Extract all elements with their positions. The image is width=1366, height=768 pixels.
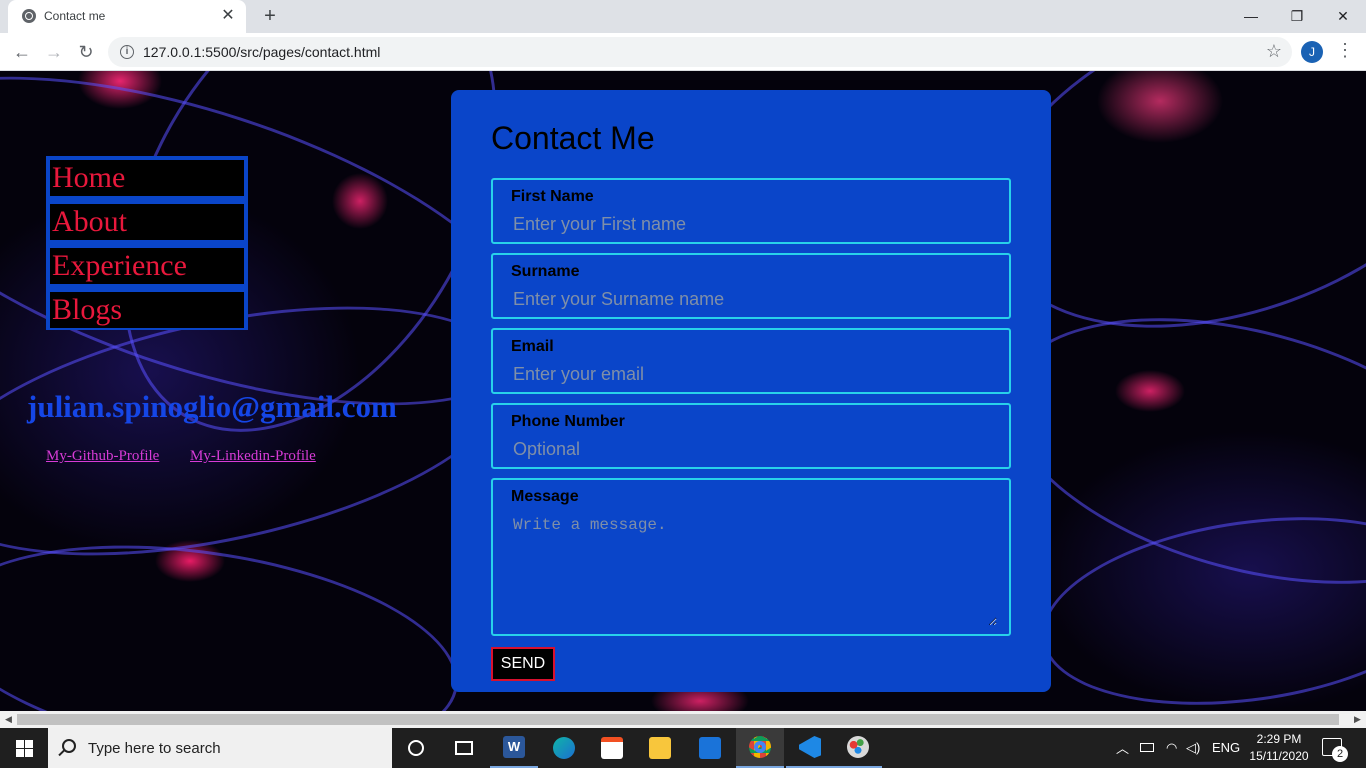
surname-label: Surname [511, 263, 580, 280]
edge-logo-icon [553, 737, 575, 759]
browser-menu-icon[interactable]: ⋮ [1336, 40, 1354, 61]
back-button[interactable]: ← [10, 40, 34, 64]
surname-input[interactable] [513, 289, 993, 310]
volume-icon[interactable]: ◁) [1186, 740, 1200, 756]
contact-email: julian.spinoglio@gmail.com [27, 389, 397, 424]
cortana-icon[interactable] [392, 728, 440, 768]
search-icon [62, 739, 76, 753]
paint-icon[interactable] [834, 728, 882, 768]
browser-toolbar: ← → ↻ i 127.0.0.1:5500/src/pages/contact… [0, 33, 1366, 71]
info-icon[interactable]: i [120, 45, 134, 59]
form-title: Contact Me [491, 120, 655, 156]
email-label: Email [511, 338, 554, 355]
github-profile-link[interactable]: My-Github-Profile [46, 448, 159, 465]
language-indicator[interactable]: ENG [1212, 740, 1240, 755]
start-button[interactable] [0, 728, 48, 768]
email-input[interactable] [513, 364, 993, 385]
surname-field: Surname [491, 253, 1011, 319]
minimize-button[interactable]: — [1228, 2, 1274, 30]
nav-home[interactable]: Home [50, 160, 244, 196]
forward-button[interactable]: → [42, 40, 66, 64]
globe-icon [22, 9, 36, 23]
taskbar-search-placeholder: Type here to search [88, 740, 221, 757]
phone-field: Phone Number [491, 403, 1011, 469]
task-view-frame-icon [455, 741, 473, 755]
windows-logo-icon [16, 740, 24, 748]
site-nav: Home About Experience Blogs [46, 156, 248, 330]
mail-icon[interactable] [686, 728, 734, 768]
send-button[interactable]: SEND [491, 647, 555, 681]
first-name-input[interactable] [513, 214, 993, 235]
battery-icon[interactable] [1140, 743, 1154, 752]
address-bar[interactable]: i 127.0.0.1:5500/src/pages/contact.html … [108, 37, 1292, 67]
chevron-up-icon[interactable]: ︿ [1116, 738, 1129, 757]
message-label: Message [511, 488, 579, 505]
taskbar-clock[interactable]: 2:29 PM 15/11/2020 [1248, 731, 1310, 765]
edge-icon[interactable] [540, 728, 588, 768]
file-explorer-icon[interactable] [636, 728, 684, 768]
wifi-icon[interactable]: ◠ [1166, 740, 1177, 756]
store-icon[interactable] [588, 728, 636, 768]
close-window-button[interactable]: ✕ [1320, 2, 1366, 30]
new-tab-button[interactable]: + [258, 4, 282, 28]
browser-tab-bar: Contact me ✕ + — ❐ ✕ [0, 0, 1366, 33]
palette-icon [847, 736, 869, 758]
chrome-logo-icon [749, 736, 771, 758]
first-name-field: First Name [491, 178, 1011, 244]
nav-experience[interactable]: Experience [50, 248, 244, 284]
restore-button[interactable]: ❐ [1274, 2, 1320, 30]
tab-title: Contact me [44, 9, 106, 23]
vscode-icon[interactable] [786, 728, 834, 768]
word-icon[interactable]: W [490, 728, 538, 768]
windows-logo-icon [25, 749, 33, 757]
chrome-icon[interactable] [736, 728, 784, 768]
vscode-logo-icon [799, 736, 821, 758]
windows-logo-icon [16, 749, 24, 757]
nav-blogs[interactable]: Blogs [50, 292, 244, 328]
tab-close-icon[interactable]: ✕ [218, 6, 238, 26]
clock-date: 15/11/2020 [1249, 749, 1309, 763]
envelope-icon [699, 737, 721, 759]
page-content: Home About Experience Blogs julian.spino… [0, 71, 1366, 711]
scrollbar-thumb[interactable] [17, 714, 1339, 725]
cortana-ring-icon [408, 740, 424, 756]
word-letter-icon: W [503, 736, 525, 758]
task-view-icon[interactable] [440, 728, 488, 768]
reload-button[interactable]: ↻ [74, 40, 98, 64]
bookmark-star-icon[interactable]: ☆ [1266, 41, 1282, 62]
profile-avatar[interactable]: J [1301, 41, 1323, 63]
first-name-label: First Name [511, 188, 594, 205]
windows-taskbar: Type here to search W ︿ ◠ ◁) ENG 2:29 PM… [0, 728, 1366, 768]
folder-icon [649, 737, 671, 759]
horizontal-scrollbar[interactable]: ◀ ▶ [0, 711, 1366, 728]
phone-input[interactable] [513, 439, 993, 460]
browser-tab[interactable]: Contact me ✕ [8, 0, 246, 33]
contact-form-card: Contact Me First Name Surname Email Phon… [451, 90, 1051, 692]
store-bag-icon [601, 737, 623, 759]
phone-label: Phone Number [511, 413, 625, 430]
scroll-right-icon[interactable]: ▶ [1349, 711, 1366, 728]
notification-badge: 2 [1332, 746, 1348, 762]
message-textarea[interactable] [513, 516, 997, 626]
email-field: Email [491, 328, 1011, 394]
clock-time: 2:29 PM [1256, 732, 1302, 746]
taskbar-search-box[interactable]: Type here to search [48, 728, 392, 768]
message-field: Message [491, 478, 1011, 636]
linkedin-profile-link[interactable]: My-Linkedin-Profile [190, 448, 316, 465]
url-text[interactable]: 127.0.0.1:5500/src/pages/contact.html [143, 44, 380, 60]
scroll-left-icon[interactable]: ◀ [0, 711, 17, 728]
windows-logo-icon [25, 740, 33, 748]
nav-about[interactable]: About [50, 204, 244, 240]
